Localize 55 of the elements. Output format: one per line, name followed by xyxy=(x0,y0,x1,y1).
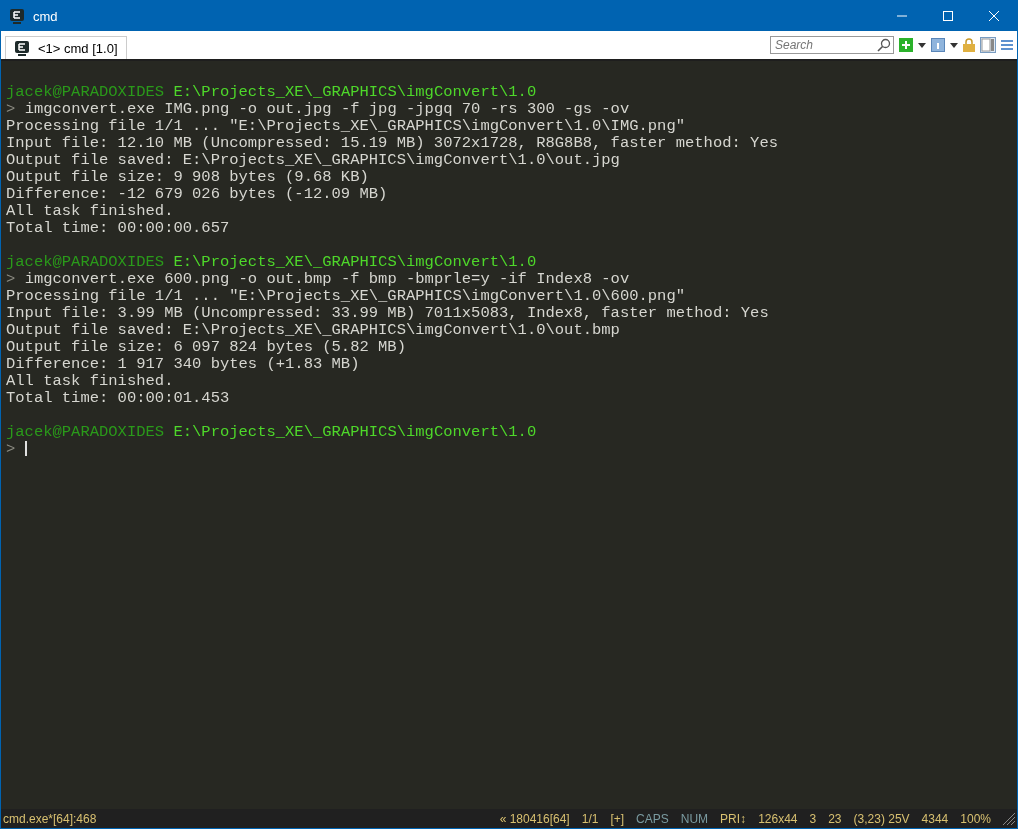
maximize-icon xyxy=(943,11,953,21)
search-icon xyxy=(877,38,891,52)
status-indicator: « 180416[64] xyxy=(499,811,570,826)
prompt-user: jacek@PARADOXIDES xyxy=(6,83,165,101)
output-line: Output file saved: E:\Projects_XE\_GRAPHICS\imgConvert\1.0\out.jpg xyxy=(6,151,620,169)
process-info: cmd.exe*[64]:468 xyxy=(3,811,97,826)
output-line: Processing file 1/1 ... "E:\Projects_XE\_GRAPHICS\imgConvert\1.0\600.png" xyxy=(6,287,685,305)
output-line: Output file saved: E:\Projects_XE\_GRAPHICS\imgConvert\1.0\out.bmp xyxy=(6,321,620,339)
close-icon xyxy=(989,11,999,21)
status-indicator: 4344 xyxy=(921,811,949,826)
status-indicator: 23 xyxy=(828,811,842,826)
output-line: All task finished. xyxy=(6,202,174,220)
window-title: cmd xyxy=(33,8,58,24)
output-line: Processing file 1/1 ... "E:\Projects_XE\_GRAPHICS\imgConvert\1.0\IMG.png" xyxy=(6,117,685,135)
status-indicator: PRI↕ xyxy=(720,811,747,826)
new-console-icon[interactable] xyxy=(899,38,913,52)
output-line: Total time: 00:00:01.453 xyxy=(6,389,230,407)
status-indicator: 100% xyxy=(960,811,991,826)
output-line: Output file size: 6 097 824 bytes (5.82 MB) xyxy=(6,338,406,356)
dropdown-icon[interactable] xyxy=(918,42,926,48)
terminal-icon xyxy=(14,40,30,56)
prompt-user: jacek@PARADOXIDES xyxy=(6,253,165,271)
prompt-marker: > xyxy=(6,440,16,458)
search-field[interactable]: Search xyxy=(770,36,894,54)
status-indicator: NUM xyxy=(680,811,709,826)
console-tab[interactable]: <1> cmd [1.0] xyxy=(5,36,127,59)
prompt-path: E:\Projects_XE\_GRAPHICS\imgConvert\1.0 xyxy=(173,83,537,101)
prompt-marker: > xyxy=(6,100,16,118)
output-line: Difference: 1 917 340 bytes (+1.83 MB) xyxy=(6,355,360,373)
menu-icon[interactable] xyxy=(1001,39,1013,51)
status-indicator: 1/1 xyxy=(581,811,599,826)
status-indicator: [+] xyxy=(610,811,625,826)
status-indicator: (3,23) 25V xyxy=(853,811,910,826)
status-indicator: 126x44 xyxy=(758,811,798,826)
text-cursor xyxy=(24,441,27,457)
output-line: Total time: 00:00:00.657 xyxy=(6,219,230,237)
window-icon[interactable] xyxy=(931,38,945,52)
prompt-path: E:\Projects_XE\_GRAPHICS\imgConvert\1.0 xyxy=(173,253,537,271)
status-indicator: 3 xyxy=(809,811,817,826)
panel-icon[interactable] xyxy=(980,37,996,53)
output-line: Output file size: 9 908 bytes (9.68 KB) xyxy=(6,168,369,186)
output-line: Difference: -12 679 026 bytes (-12.09 MB) xyxy=(6,185,388,203)
status-indicator: CAPS xyxy=(636,811,669,826)
command-text: imgconvert.exe IMG.png -o out.jpg -f jpg -jpgq 70 -rs 300 -gs -ov xyxy=(24,100,630,118)
lock-icon[interactable] xyxy=(963,38,975,52)
prompt-path: E:\Projects_XE\_GRAPHICS\imgConvert\1.0 xyxy=(173,423,537,441)
terminal-icon xyxy=(9,8,25,24)
output-line: Input file: 12.10 MB (Uncompressed: 15.19 MB) 3072x1728, R8G8B8, faster method: Yes xyxy=(6,134,779,152)
output-line: Input file: 3.99 MB (Uncompressed: 33.99 MB) 7011x5083, Index8, faster method: Yes xyxy=(6,304,769,322)
output-line: All task finished. xyxy=(6,372,174,390)
prompt-user: jacek@PARADOXIDES xyxy=(6,423,165,441)
dropdown-icon[interactable] xyxy=(950,42,958,48)
resize-grip-icon[interactable] xyxy=(1003,812,1015,825)
prompt-marker: > xyxy=(6,270,16,288)
command-text: imgconvert.exe 600.png -o out.bmp -f bmp -bmprle=y -if Index8 -ov xyxy=(24,270,630,288)
